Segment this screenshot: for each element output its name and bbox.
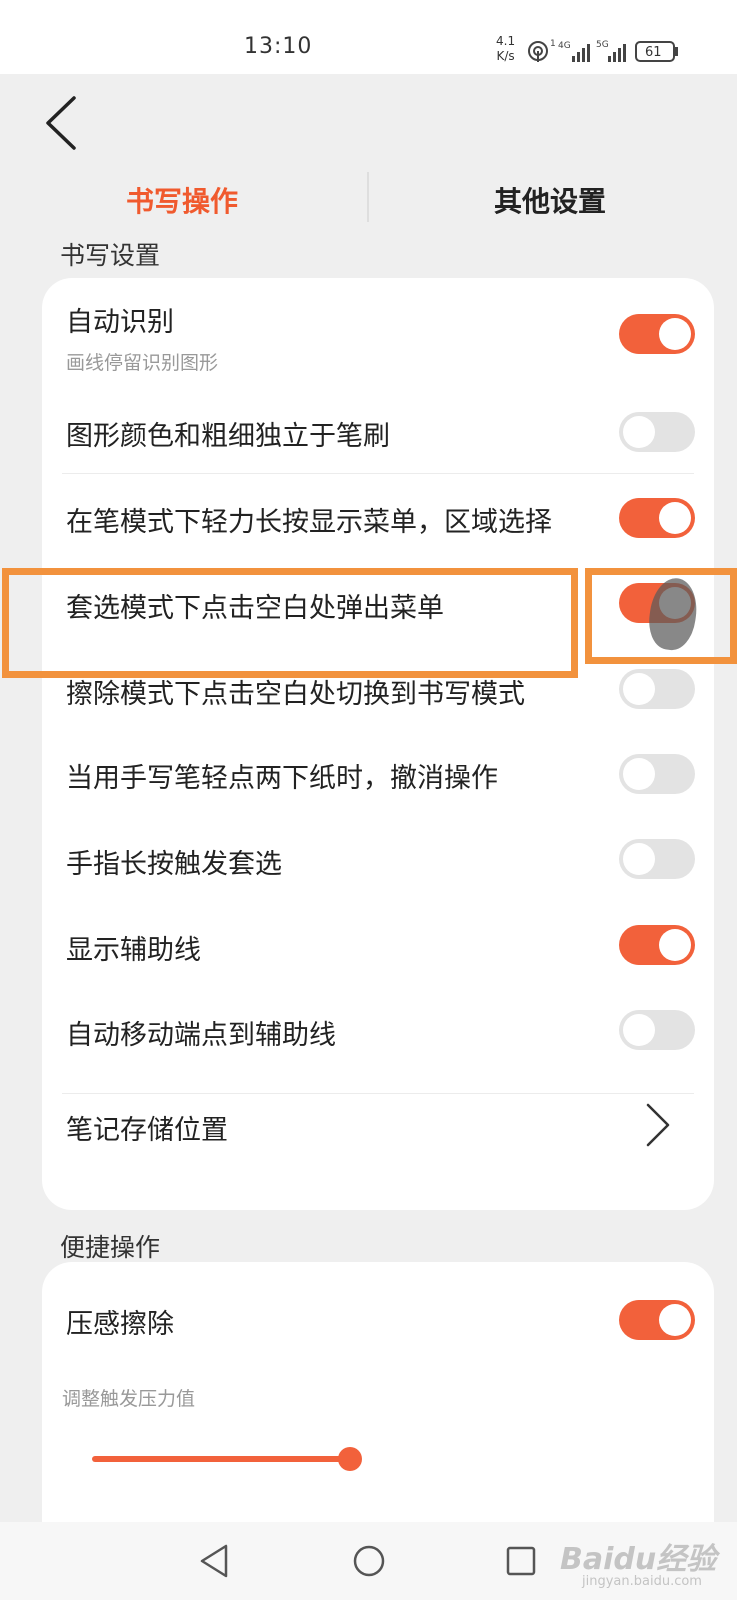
writing-settings-card: 自动识别 画线停留识别图形 图形颜色和粗细独立于笔刷 在笔模式下轻力长按显示菜单… <box>42 278 714 1210</box>
setting-label: 显示辅助线 <box>66 935 201 966</box>
square-recents-icon <box>506 1546 536 1576</box>
row-divider <box>62 1093 694 1094</box>
toggle-knob <box>659 929 691 961</box>
setting-label: 笔记存储位置 <box>66 1115 228 1146</box>
circle-home-icon <box>353 1545 385 1577</box>
setting-label: 当用手写笔轻点两下纸时，撤消操作 <box>66 763 498 794</box>
status-time: 13:10 <box>244 34 313 59</box>
status-bar: 13:10 4.1 K/s 1 4G 5G 61 <box>0 0 737 74</box>
chevron-right-icon <box>646 1103 670 1147</box>
setting-label: 压感擦除 <box>66 1309 174 1340</box>
tab-other-settings[interactable]: 其他设置 <box>494 180 606 220</box>
network-speed-value: 4.1 <box>496 34 516 48</box>
toggle-knob <box>659 1304 691 1336</box>
watermark-brand: Baidu经验 <box>560 1542 717 1577</box>
sim1-network: 4G <box>558 41 571 51</box>
nav-recents-button[interactable] <box>498 1538 544 1584</box>
nav-home-button[interactable] <box>346 1538 392 1584</box>
tab-bar: 书写操作 其他设置 <box>0 168 737 226</box>
network-speed: 4.1 K/s <box>496 34 515 64</box>
battery-icon: 61 <box>635 41 678 62</box>
baidu-watermark: Baidu经验 jingyan.baidu.com <box>560 1532 730 1594</box>
network-speed-unit: K/s <box>496 49 515 63</box>
setting-label: 自动识别 <box>66 307 174 338</box>
toggle-knob <box>659 502 691 534</box>
setting-label: 手指长按触发套选 <box>66 849 282 880</box>
section-title-shortcut: 便捷操作 <box>60 1233 161 1262</box>
tab-divider <box>367 172 369 222</box>
toggle-switch[interactable] <box>619 498 695 538</box>
signal-icon <box>608 44 626 62</box>
toggle-switch[interactable] <box>619 412 695 452</box>
pressure-slider-thumb[interactable] <box>338 1447 362 1471</box>
pressure-slider-track[interactable] <box>92 1456 344 1462</box>
toggle-switch[interactable] <box>619 669 695 709</box>
triangle-back-icon <box>200 1544 228 1578</box>
sim1-label: 1 <box>550 39 556 49</box>
signal-icon <box>572 44 590 62</box>
nav-back-button[interactable] <box>192 1538 238 1584</box>
toggle-switch[interactable] <box>619 925 695 965</box>
back-button[interactable] <box>36 92 86 154</box>
shortcut-settings-card: 压感擦除 调整触发压力值 <box>42 1262 714 1562</box>
row-divider <box>62 473 694 474</box>
watermark-site: jingyan.baidu.com <box>582 1574 702 1589</box>
chevron-left-icon <box>46 96 76 150</box>
toggle-switch[interactable] <box>619 314 695 354</box>
setting-sublabel: 画线停留识别图形 <box>66 352 219 374</box>
section-title-writing: 书写设置 <box>60 241 161 270</box>
setting-label: 图形颜色和粗细独立于笔刷 <box>66 421 390 452</box>
setting-label: 在笔模式下轻力长按显示菜单，区域选择 <box>66 507 552 538</box>
toggle-switch[interactable] <box>619 754 695 794</box>
hotspot-icon <box>528 41 548 62</box>
toggle-knob <box>623 843 655 875</box>
highlight-box-label <box>2 568 578 678</box>
toggle-knob <box>623 673 655 705</box>
toggle-switch[interactable] <box>619 839 695 879</box>
toggle-knob <box>659 318 691 350</box>
tab-writing-operations[interactable]: 书写操作 <box>126 180 238 220</box>
toggle-knob <box>623 758 655 790</box>
battery-level: 61 <box>645 45 662 60</box>
status-icons: 1 4G 5G 61 <box>528 39 678 62</box>
toggle-knob <box>623 1014 655 1046</box>
setting-label: 自动移动端点到辅助线 <box>66 1020 336 1051</box>
toggle-switch[interactable] <box>619 1010 695 1050</box>
toggle-knob <box>623 416 655 448</box>
pressure-label: 调整触发压力值 <box>62 1388 196 1410</box>
toggle-switch[interactable] <box>619 1300 695 1340</box>
sim2-network: 5G <box>596 40 609 50</box>
navigation-bar: Baidu经验 jingyan.baidu.com <box>0 1522 737 1600</box>
